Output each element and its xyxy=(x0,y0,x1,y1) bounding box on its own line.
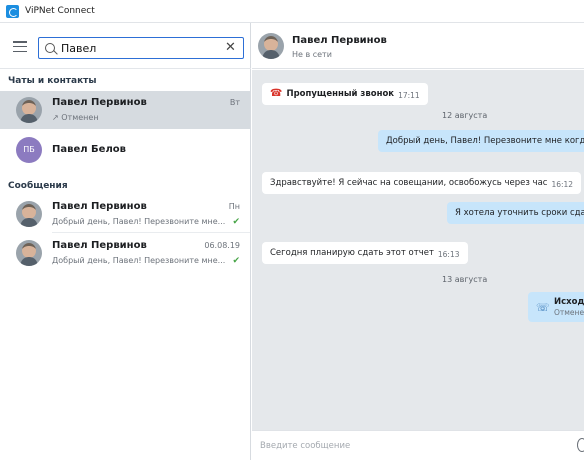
search-icon xyxy=(45,43,55,53)
message-preview: Добрый день, Павел! Перезвоните мне... xyxy=(52,256,226,265)
check-icon: ✔ xyxy=(232,217,240,227)
section-title-messages: Сообщения xyxy=(8,181,68,191)
message-row[interactable]: Павел Первинов Добрый день, Павел! Перез… xyxy=(0,234,250,272)
incoming-message: Сегодня планирую сдать этот отчет 16:13 xyxy=(262,242,468,264)
search-bar: ✕ xyxy=(0,23,251,69)
contact-name: Павел Белов xyxy=(52,144,126,155)
outgoing-message: Я хотела уточнить сроки сдачи xyxy=(447,202,584,224)
app-logo-icon xyxy=(6,4,19,18)
outgoing-call-card[interactable]: ☏ Исходя Отмене xyxy=(528,292,584,322)
message-input[interactable] xyxy=(260,437,560,455)
outgoing-message: Добрый день, Павел! Перезвоните мне когд… xyxy=(378,130,584,152)
app-title: ViPNet Connect xyxy=(25,6,95,16)
avatar xyxy=(16,97,42,123)
missed-call-icon: ☎ xyxy=(270,88,283,99)
phone-outgoing-icon: ☏ xyxy=(536,301,550,314)
close-icon[interactable]: ✕ xyxy=(224,41,237,54)
avatar: ПБ xyxy=(16,137,42,163)
chat-header: Павел Первинов Не в сети xyxy=(252,23,584,69)
contact-last-call: ↗ Отменен xyxy=(52,113,99,122)
section-title-contacts: Чаты и контакты xyxy=(8,76,97,86)
message-contact-name: Павел Первинов xyxy=(52,240,147,251)
avatar xyxy=(16,201,42,227)
avatar[interactable] xyxy=(258,33,284,59)
chat-history[interactable]: ☎ Пропущенный звонок 17:11 12 августа Добр… xyxy=(252,70,584,430)
incoming-message: Здравствуйте! Я сейчас на совещании, осв… xyxy=(262,172,582,194)
missed-call-bubble: ☎ Пропущенный звонок 17:11 xyxy=(262,83,428,105)
contact-name: Павел Первинов xyxy=(52,97,147,108)
message-row[interactable]: Павел Первинов Добрый день, Павел! Перез… xyxy=(0,195,250,233)
message-contact-name: Павел Первинов xyxy=(52,201,147,212)
chat-contact-status: Не в сети xyxy=(292,50,332,59)
chat-contact-name[interactable]: Павел Первинов xyxy=(292,35,387,46)
message-composer xyxy=(252,430,584,460)
message-time: Пн xyxy=(228,202,240,211)
check-icon: ✔ xyxy=(232,256,240,266)
search-box[interactable]: ✕ xyxy=(38,37,244,59)
search-input[interactable] xyxy=(61,40,221,57)
title-bar: ViPNet Connect xyxy=(0,0,584,23)
contact-row-pervinov[interactable]: Павел Первинов ↗ Отменен Вт xyxy=(0,91,250,129)
avatar xyxy=(16,240,42,266)
message-preview: Добрый день, Павел! Перезвоните мне... xyxy=(52,217,226,226)
left-panel: ✕ Чаты и контакты Павел Первинов ↗ Отмен… xyxy=(0,23,251,460)
contact-time: Вт xyxy=(229,98,240,107)
message-time: 06.08.19 xyxy=(204,241,240,250)
attach-icon[interactable] xyxy=(577,438,584,452)
date-separator: 13 августа xyxy=(442,275,488,284)
date-separator: 12 августа xyxy=(442,111,488,120)
menu-icon[interactable] xyxy=(13,41,27,53)
contact-row-belov[interactable]: ПБ Павел Белов xyxy=(0,131,250,169)
